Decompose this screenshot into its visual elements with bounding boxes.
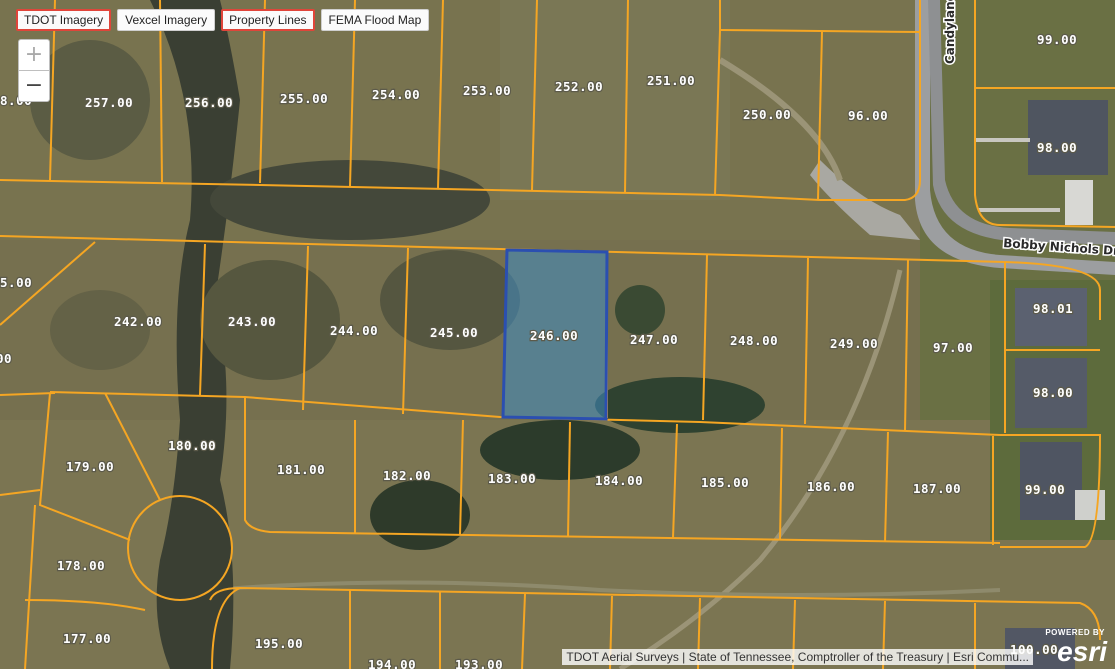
parcel-label: 98.01 xyxy=(1033,301,1073,316)
parcel-label: 255.00 xyxy=(280,91,328,106)
parcel-label: 247.00 xyxy=(630,332,678,347)
parcel-label: 193.00 xyxy=(455,657,503,669)
parcel-label: 195.00 xyxy=(255,636,303,651)
parcel-label: 97.00 xyxy=(933,340,973,355)
parcel-label: 182.00 xyxy=(383,468,431,483)
parcel-label: 183.00 xyxy=(488,471,536,486)
parcel-label: 96.00 xyxy=(848,108,888,123)
parcel-label: 244.00 xyxy=(330,323,378,338)
parcel-label: 99.00 xyxy=(1025,482,1065,497)
parcel-label: 249.00 xyxy=(830,336,878,351)
parcel-label: 99.00 xyxy=(1037,32,1077,47)
parcel-label: 254.00 xyxy=(372,87,420,102)
parcel-label: 253.00 xyxy=(463,83,511,98)
parcel-label: 185.00 xyxy=(701,475,749,490)
parcel-label: 248.00 xyxy=(730,333,778,348)
zoom-control: + − xyxy=(18,39,50,102)
esri-wordmark: esri xyxy=(1057,636,1107,667)
parcel-label: 180.00 xyxy=(168,438,216,453)
street-label-candyland: Candyland xyxy=(943,0,957,64)
map-attribution[interactable]: TDOT Aerial Surveys | State of Tennessee… xyxy=(562,649,1033,665)
zoom-in-button[interactable]: + xyxy=(19,40,49,71)
parcel-label: 177.00 xyxy=(63,631,111,646)
parcel-label-selected: 246.00 xyxy=(530,328,578,343)
parcel-label: 252.00 xyxy=(555,79,603,94)
parcel-label: 00 xyxy=(0,351,12,366)
layer-toolbar: TDOT Imagery Vexcel Imagery Property Lin… xyxy=(16,9,430,31)
parcel-label: 98.00 xyxy=(1037,140,1077,155)
parcel-label: 242.00 xyxy=(114,314,162,329)
map-canvas[interactable]: Candyland Bobby Nichols Dr 58.00 257.00 … xyxy=(0,0,1115,669)
parcel-label: 186.00 xyxy=(807,479,855,494)
parcel-label: 184.00 xyxy=(595,473,643,488)
tdot-imagery-button[interactable]: TDOT Imagery xyxy=(16,9,112,31)
parcel-label: 45.00 xyxy=(0,275,32,290)
parcel-label: 98.00 xyxy=(1033,385,1073,400)
parcel-label: 179.00 xyxy=(66,459,114,474)
parcel-label: 194.00 xyxy=(368,657,416,669)
property-lines-button[interactable]: Property Lines xyxy=(221,9,315,31)
parcel-label: 181.00 xyxy=(277,462,325,477)
parcel-label: 257.00 xyxy=(85,95,133,110)
zoom-out-button[interactable]: − xyxy=(19,71,49,101)
vexcel-imagery-button[interactable]: Vexcel Imagery xyxy=(117,9,216,31)
parcel-label: 178.00 xyxy=(57,558,105,573)
parcel-label: 250.00 xyxy=(743,107,791,122)
parcel-label: 256.00 xyxy=(185,95,233,110)
parcel-label: 245.00 xyxy=(430,325,478,340)
esri-logo[interactable]: POWERED BY esri xyxy=(1037,628,1107,666)
parcel-label: 251.00 xyxy=(647,73,695,88)
parcel-label: 243.00 xyxy=(228,314,276,329)
parcel-label: 187.00 xyxy=(913,481,961,496)
fema-flood-map-button[interactable]: FEMA Flood Map xyxy=(320,9,430,31)
